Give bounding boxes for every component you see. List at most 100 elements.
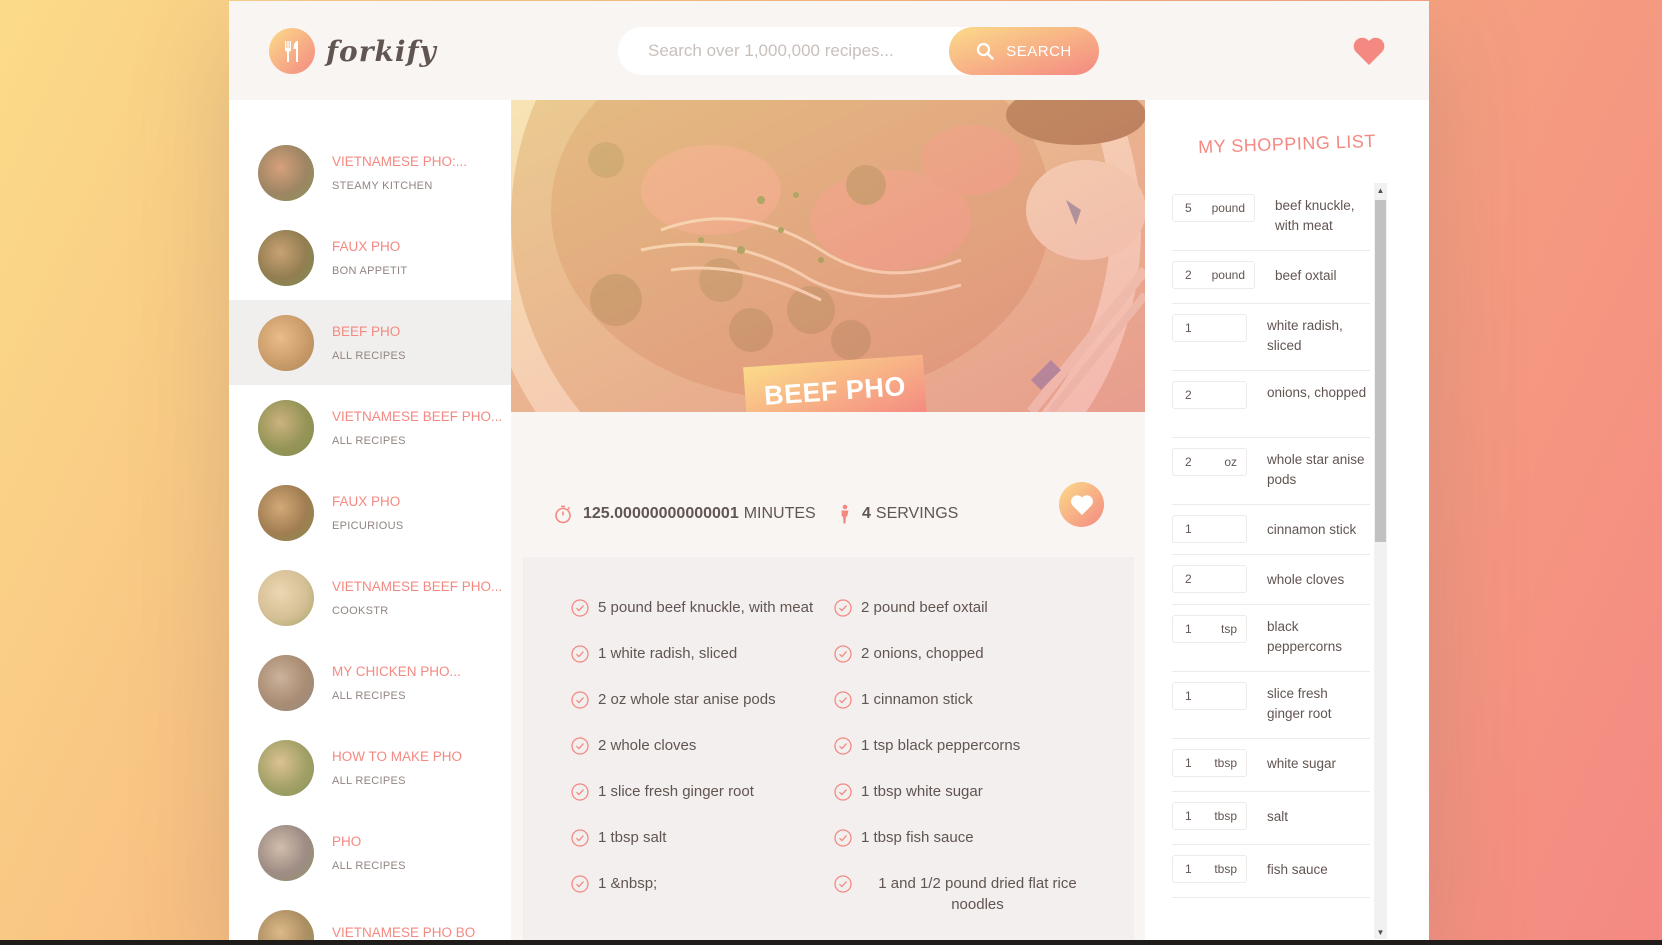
result-item[interactable]: MY CHICKEN PHO... ALL RECIPES: [229, 640, 511, 725]
ingredient-text: 2 whole cloves: [598, 737, 697, 754]
shopping-quantity-input[interactable]: 1 tsp: [1172, 615, 1247, 643]
result-title: BEEF PHO: [332, 323, 401, 339]
check-circle-icon: [834, 599, 852, 617]
scrollbar-thumb[interactable]: [1375, 200, 1386, 542]
ingredient-text: 2 oz whole star anise pods: [598, 691, 776, 708]
recipe-title-text: BEEF PHO: [763, 370, 907, 411]
result-item[interactable]: VIETNAMESE BEEF PHO... COOKSTR: [229, 555, 511, 640]
recipe-servings: 4 SERVINGS: [838, 504, 958, 524]
shopping-quantity-input[interactable]: 1 tbsp: [1172, 749, 1247, 777]
fork-knife-icon: [269, 28, 315, 74]
shopping-quantity-input[interactable]: 2: [1172, 565, 1247, 593]
shopping-quantity-input[interactable]: 1: [1172, 682, 1247, 710]
quantity-value: 1: [1185, 809, 1192, 823]
quantity-unit: tbsp: [1214, 862, 1237, 876]
shopping-quantity-input[interactable]: 5 pound: [1172, 194, 1255, 222]
check-circle-icon: [834, 875, 852, 893]
shopping-quantity-input[interactable]: 1 tbsp: [1172, 855, 1247, 883]
result-title: FAUX PHO: [332, 493, 401, 509]
bookmark-heart-button[interactable]: [1059, 482, 1104, 527]
ingredient-text: 1 tbsp salt: [598, 829, 667, 846]
stopwatch-icon: [555, 505, 571, 524]
quantity-unit: oz: [1224, 455, 1237, 469]
result-author: ALL RECIPES: [332, 774, 406, 787]
shopping-item-description: white sugar: [1267, 756, 1337, 771]
result-thumbnail: [258, 654, 314, 711]
ingredient-text: 2 pound beef oxtail: [861, 599, 988, 616]
search-button[interactable]: SEARCH: [949, 27, 1099, 75]
result-item[interactable]: VIETNAMESE PHO:... STEAMY KITCHEN: [229, 130, 511, 215]
ingredient-text: 2 onions, chopped: [861, 645, 984, 662]
quantity-unit: tbsp: [1214, 756, 1237, 770]
check-circle-icon: [571, 875, 589, 893]
result-thumbnail: [258, 144, 314, 201]
search-button-label: SEARCH: [1006, 42, 1072, 60]
ingredient-item: 1 slice fresh ginger root: [571, 781, 831, 802]
shopping-item-description: salt: [1267, 809, 1289, 824]
check-circle-icon: [571, 599, 589, 617]
result-item[interactable]: HOW TO MAKE PHO ALL RECIPES: [229, 725, 511, 810]
check-circle-icon: [834, 783, 852, 801]
result-title: VIETNAMESE PHO BO: [332, 924, 476, 940]
quantity-unit: tsp: [1220, 622, 1237, 636]
search-input[interactable]: [648, 41, 948, 61]
quantity-value: 5: [1185, 201, 1192, 215]
shopping-item: 2 oz whole star anise pods: [1172, 438, 1370, 505]
result-text: VIETNAMESE PHO:... STEAMY KITCHEN: [332, 154, 467, 192]
result-thumbnail: [258, 399, 314, 456]
shopping-item: 2 whole cloves: [1172, 555, 1370, 605]
result-title: PHO: [332, 833, 362, 849]
result-title: VIETNAMESE BEEF PHO...: [332, 408, 503, 424]
ingredient-item: 2 pound beef oxtail: [834, 597, 1094, 618]
ingredient-item: 1 tbsp white sugar: [834, 781, 1094, 802]
result-item[interactable]: FAUX PHO BON APPETIT: [229, 215, 511, 300]
quantity-value: 2: [1185, 455, 1192, 469]
shopping-list-scrollbar[interactable]: ▲ ▼: [1374, 183, 1387, 939]
check-circle-icon: [834, 829, 852, 847]
result-item[interactable]: FAUX PHO EPICURIOUS: [229, 470, 511, 555]
shopping-item-description: white radish, sliced: [1267, 318, 1343, 353]
result-item[interactable]: BEEF PHO ALL RECIPES: [229, 300, 511, 385]
ingredient-text: 1 white radish, sliced: [598, 645, 738, 662]
scroll-down-arrow-icon[interactable]: ▼: [1374, 925, 1387, 939]
result-item[interactable]: PHO ALL RECIPES: [229, 810, 511, 895]
ingredients-list: 5 pound beef knuckle, with meat 2 pound b…: [523, 557, 1134, 940]
shopping-quantity-input[interactable]: 2 oz: [1172, 448, 1247, 476]
heart-icon: [1070, 494, 1093, 515]
result-text: MY CHICKEN PHO... ALL RECIPES: [332, 664, 461, 702]
check-circle-icon: [571, 783, 589, 801]
duration-value: 125.00000000000001: [583, 505, 739, 522]
check-circle-icon: [571, 829, 589, 847]
logo[interactable]: forkify: [269, 28, 437, 74]
shopping-quantity-input[interactable]: 2: [1172, 381, 1247, 409]
shopping-quantity-input[interactable]: 1: [1172, 515, 1247, 543]
scroll-up-arrow-icon[interactable]: ▲: [1374, 183, 1387, 197]
recipe-details: 125.00000000000001 MINUTES 4 SERVINGS: [523, 412, 1134, 557]
ingredient-text: 1 and 1/2 pound dried flat rice noodles: [878, 875, 1077, 913]
ingredient-item: 1 tsp black peppercorns: [834, 735, 1094, 756]
check-circle-icon: [571, 691, 589, 709]
quantity-value: 1: [1185, 862, 1192, 876]
result-item[interactable]: VIETNAMESE PHO BO: [229, 895, 511, 940]
shopping-list[interactable]: 5 pound beef knuckle, with meat 2 pound beef …: [1172, 184, 1382, 940]
likes-heart-icon[interactable]: [1351, 33, 1387, 69]
result-item[interactable]: VIETNAMESE BEEF PHO... ALL RECIPES: [229, 385, 511, 470]
quantity-value: 1: [1185, 522, 1192, 536]
ingredient-item: 2 whole cloves: [571, 735, 831, 756]
check-circle-icon: [571, 645, 589, 663]
ingredient-item: 1 cinnamon stick: [834, 689, 1094, 710]
ingredient-text: 1 cinnamon stick: [861, 691, 973, 708]
ingredient-item: 1 tbsp fish sauce: [834, 827, 1094, 848]
shopping-item: 1 white radish, sliced: [1172, 304, 1370, 371]
shopping-quantity-input[interactable]: 2 pound: [1172, 261, 1255, 289]
check-circle-icon: [834, 737, 852, 755]
shopping-item-description: onions, chopped: [1267, 385, 1367, 400]
shopping-quantity-input[interactable]: 1 tbsp: [1172, 802, 1247, 830]
quantity-unit: tbsp: [1214, 809, 1237, 823]
shopping-item: 1 tsp black peppercorns: [1172, 605, 1370, 672]
shopping-item: 1 tbsp salt: [1172, 792, 1370, 845]
result-text: PHO ALL RECIPES: [332, 834, 406, 872]
shopping-quantity-input[interactable]: 1: [1172, 314, 1247, 342]
quantity-unit: pound: [1211, 268, 1245, 282]
ingredient-item: 1 tbsp salt: [571, 827, 831, 848]
